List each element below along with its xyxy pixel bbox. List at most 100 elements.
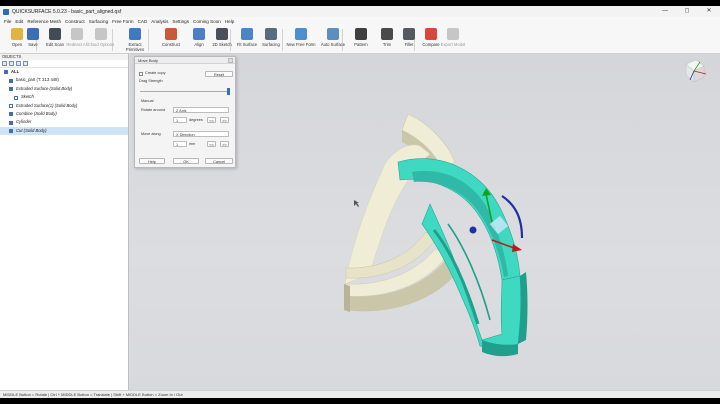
construct-button[interactable]: Construct: [156, 28, 186, 47]
tree-item-label: Extruded Surface(1) (Solid Body): [16, 102, 78, 108]
app-logo-icon: [3, 8, 9, 15]
manual-section-label: Manual: [141, 99, 154, 103]
menu-item-settings[interactable]: Settings: [172, 19, 189, 24]
pattern-icon: [355, 28, 367, 40]
menu-item-edit[interactable]: Edit: [15, 19, 23, 24]
visibility-checkbox[interactable]: [9, 87, 13, 92]
toolbar-label: Cloud Options: [87, 42, 115, 47]
title-bar: QUICKSURFACE 5.0.23 - basic_part_aligned…: [0, 6, 720, 17]
export-model-button[interactable]: Export Model: [438, 28, 468, 47]
surfacing-icon: [265, 28, 277, 40]
view-cube[interactable]: [685, 59, 707, 83]
tree-item[interactable]: Cut (Solid Body): [0, 126, 128, 136]
main-toolbar: Open Save Edit Scan Redeact All Cloud Option…: [0, 26, 720, 54]
x-axis-arrowhead: [512, 244, 522, 252]
drag-strength-label: Drag Strength: [139, 79, 163, 83]
minimize-button[interactable]: —: [654, 6, 676, 17]
move-along-label: Move along: [141, 132, 161, 136]
export-icon: [447, 28, 459, 40]
toolbar-label: Export Model: [440, 42, 466, 47]
visibility-checkbox[interactable]: [9, 120, 13, 125]
toolbar-label: Trim: [382, 42, 392, 47]
toolbar-label: Auto Surface: [320, 42, 346, 47]
create-copy-checkbox[interactable]: [139, 72, 143, 76]
move-body-dialog: Move Body Create copy Reset Drag Strengt…: [134, 56, 236, 168]
align-icon: [193, 28, 205, 40]
rotate-increase-button[interactable]: >>: [220, 117, 229, 123]
menu-item-reference-mesh[interactable]: Reference Mesh: [27, 19, 61, 24]
tree-view-icon[interactable]: [9, 61, 14, 66]
status-bar: MIDDLE Button = Rotate | Ctrl + MIDDLE B…: [0, 390, 720, 398]
new-free-form-button[interactable]: New Free Form: [286, 28, 316, 47]
drag-strength-slider-thumb[interactable]: [227, 88, 230, 95]
visibility-checkbox[interactable]: [14, 95, 18, 100]
mouse-cursor-icon: [354, 200, 359, 207]
rotate-unit-label: degrees: [189, 118, 203, 122]
move-decrease-button[interactable]: <<: [207, 141, 216, 147]
dialog-close-icon[interactable]: [228, 58, 233, 63]
tree-item[interactable]: basic_part (T: 213 448): [0, 76, 128, 84]
help-button[interactable]: Help: [139, 158, 165, 164]
tree-item[interactable]: Extruded Surface (Solid Body): [0, 85, 128, 93]
rotate-value-input[interactable]: 1: [173, 117, 187, 123]
move-value-input[interactable]: 1: [173, 141, 187, 147]
toolbar-label: New Free Form: [286, 42, 316, 47]
surfacing-button[interactable]: Surfacing: [256, 28, 286, 47]
maximize-button[interactable]: ◻: [676, 6, 698, 17]
close-button[interactable]: ✕: [698, 6, 720, 17]
visibility-checkbox[interactable]: [9, 112, 13, 117]
menu-item-help[interactable]: Help: [225, 19, 234, 24]
toolbar-label: 2D Sketch: [212, 42, 232, 47]
compare-icon: [425, 28, 437, 40]
tree-item-label: Sketch: [21, 94, 34, 100]
visibility-checkbox[interactable]: [9, 129, 13, 134]
create-copy-label: Create copy: [145, 71, 166, 75]
cream-left-edge: [344, 284, 350, 312]
menu-item-file[interactable]: File: [4, 19, 11, 24]
objects-panel: OBJECTS ALL basic_part (T: 213 448) Extrud…: [0, 54, 129, 390]
objects-toolbar: [0, 60, 128, 68]
construct-icon: [165, 28, 177, 40]
menu-item-construct[interactable]: Construct: [65, 19, 85, 24]
cancel-button[interactable]: Cancel: [205, 158, 233, 164]
menu-item-cad[interactable]: CAD: [138, 19, 148, 24]
filter-icon[interactable]: [23, 61, 28, 66]
expand-icon[interactable]: [16, 61, 21, 66]
pivot-point[interactable]: [469, 226, 477, 234]
auto-surface-button[interactable]: Auto Surface: [318, 28, 348, 47]
list-view-icon[interactable]: [2, 61, 7, 66]
toolbar-label: Fillet: [404, 42, 414, 47]
visibility-checkbox[interactable]: [9, 103, 13, 108]
auto-surface-icon: [327, 28, 339, 40]
menu-item-surfacing[interactable]: Surfacing: [89, 19, 108, 24]
tree-item-label: Extruded Surface (Solid Body): [16, 85, 73, 91]
menu-item-coming-soon[interactable]: Coming Soon: [193, 19, 221, 24]
drag-strength-track[interactable]: [140, 91, 230, 92]
rotate-decrease-button[interactable]: <<: [207, 117, 216, 123]
ok-button[interactable]: OK: [173, 158, 199, 164]
move-increase-button[interactable]: >>: [220, 141, 229, 147]
tree-item[interactable]: Combine (Solid Body): [0, 110, 128, 118]
fit-surface-icon: [241, 28, 253, 40]
rotate-axis-select[interactable]: Z Axis: [173, 107, 229, 113]
tree-item[interactable]: ALL: [0, 68, 128, 76]
window-title: QUICKSURFACE 5.0.23 - basic_part_aligned…: [12, 8, 122, 15]
tree-item[interactable]: Cylinder: [0, 118, 128, 126]
primitives-icon: [129, 28, 141, 40]
tree-item-label: ALL: [11, 69, 20, 74]
reset-button[interactable]: Reset: [205, 71, 233, 77]
fillet-icon: [403, 28, 415, 40]
rotate-around-label: Rotate around: [141, 108, 166, 112]
menu-item-analysis[interactable]: Analysis: [151, 19, 168, 24]
tree-item[interactable]: Sketch: [0, 93, 128, 101]
visibility-checkbox[interactable]: [4, 70, 8, 75]
toolbar-label: Align: [194, 42, 204, 47]
visibility-checkbox[interactable]: [9, 78, 13, 83]
tree-item[interactable]: Extruded Surface(1) (Solid Body): [0, 102, 128, 110]
extract-primitives-button[interactable]: Extract Primitives: [120, 28, 150, 52]
move-direction-select[interactable]: X Direction: [173, 131, 229, 137]
tree-item-label: Cut (Solid Body): [16, 127, 47, 133]
menu-item-free-form[interactable]: Free Form: [112, 19, 133, 24]
dialog-title: Move Body: [135, 57, 235, 64]
cloud-options-button[interactable]: Cloud Options: [86, 28, 116, 47]
